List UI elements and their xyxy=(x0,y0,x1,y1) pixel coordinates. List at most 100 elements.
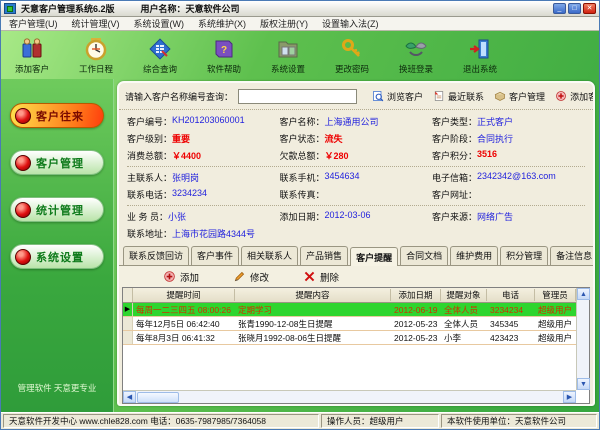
tab-product-sales[interactable]: 产品销售 xyxy=(300,246,348,265)
field-add-date: 添加日期：2012-03-06 xyxy=(280,210,433,223)
field-customer-name: 客户名称：上海通用公司 xyxy=(280,115,433,128)
menu-statistics-management[interactable]: 统计管理(V) xyxy=(72,17,120,30)
scrollbar-thumb[interactable] xyxy=(137,392,179,403)
exit-door-icon xyxy=(468,37,492,61)
col-admin[interactable]: 管理员 xyxy=(535,289,576,301)
menu-system-maintenance[interactable]: 系统维护(X) xyxy=(198,17,246,30)
table-header-row: 提醒时间 提醒内容 添加日期 提醒对象 电话 管理员 xyxy=(123,288,576,303)
scroll-down-icon[interactable]: ▼ xyxy=(577,378,590,390)
field-total-consumption: 消费总额：￥4400 xyxy=(127,149,280,162)
sidebar-item-statistics-management[interactable]: 统计管理 xyxy=(10,197,104,222)
add-customer-button[interactable]: 添加客户 xyxy=(555,90,595,103)
field-salesperson: 业 务 员：小张 xyxy=(127,210,280,223)
pencil-icon xyxy=(233,270,246,283)
toolbar-shift-login[interactable]: 换班登录 xyxy=(391,37,441,75)
divider xyxy=(127,205,585,206)
tab-maintenance-fees[interactable]: 维护费用 xyxy=(450,246,498,265)
app-window: 天意客户管理系统6.2版 用户名称：天意软件公司 _ □ ✕ 客户管理(U) 统… xyxy=(0,0,600,430)
add-plus-icon xyxy=(555,90,567,102)
field-website: 客户网址： xyxy=(432,188,585,201)
sidebar-item-customer-contacts[interactable]: 客户往来 xyxy=(10,103,104,128)
field-fax: 联系传真： xyxy=(280,188,433,201)
edit-reminder-button[interactable]: 修改 xyxy=(233,270,269,284)
status-developer-info: 天意软件开发中心 www.chle828.com 电话：0635-7987985… xyxy=(3,414,319,428)
customer-manage-button[interactable]: 客户管理 xyxy=(494,90,545,103)
menu-bar: 客户管理(U) 统计管理(V) 系统设置(W) 系统维护(X) 版权注册(Y) … xyxy=(1,17,599,31)
toolbar-work-schedule[interactable]: 工作日程 xyxy=(71,37,121,75)
table-row[interactable]: 每年12月5日 06:42:40 张青1990-12-08生日提醒 2012-0… xyxy=(123,317,576,331)
tab-remarks[interactable]: 备注信息 xyxy=(550,246,595,265)
help-book-icon: ? xyxy=(212,37,236,61)
minimize-button[interactable]: _ xyxy=(553,3,566,14)
field-customer-stage: 客户阶段：合同执行 xyxy=(432,132,585,145)
col-reminder-content[interactable]: 提醒内容 xyxy=(235,289,391,301)
delete-reminder-button[interactable]: 删除 xyxy=(303,270,339,284)
table-row[interactable]: 每年8月3日 06:41:32 张晓月1992-08-06生日提醒 2012-0… xyxy=(123,331,576,345)
toolbar-combined-query[interactable]: 综合查询 xyxy=(135,37,185,75)
field-customer-code: 客户编号：KH201203060001 xyxy=(127,115,280,128)
sidebar-item-system-settings[interactable]: 系统设置 xyxy=(10,244,104,269)
maximize-button[interactable]: □ xyxy=(568,3,581,14)
field-customer-status: 客户状态：流失 xyxy=(280,132,433,145)
red-orb-icon xyxy=(15,108,31,124)
window-user-label: 用户名称：天意软件公司 xyxy=(141,2,240,15)
sidebar-item-customer-management[interactable]: 客户管理 xyxy=(10,150,104,175)
red-orb-icon xyxy=(15,202,31,218)
horizontal-scrollbar[interactable]: ◀ ▶ xyxy=(123,390,576,403)
menu-input-method[interactable]: 设置输入法(Z) xyxy=(322,17,379,30)
sidebar: 客户往来 客户管理 统计管理 系统设置 管理软件 天意更专业 xyxy=(1,79,114,412)
red-orb-icon xyxy=(15,155,31,171)
add-icon xyxy=(163,270,176,283)
row-indicator-header xyxy=(123,288,133,302)
key-icon xyxy=(340,37,364,61)
field-main-contact: 主联系人：张明岗 xyxy=(127,171,280,184)
add-reminder-button[interactable]: 添加 xyxy=(163,270,199,284)
window-title: 天意客户管理系统6.2版 xyxy=(21,2,115,15)
vertical-scrollbar[interactable]: ▲ ▼ xyxy=(576,288,589,390)
field-total-arrears: 欠款总额：￥280 xyxy=(280,149,433,162)
close-button[interactable]: ✕ xyxy=(583,3,596,14)
col-add-date[interactable]: 添加日期 xyxy=(391,289,441,301)
scroll-up-icon[interactable]: ▲ xyxy=(577,288,590,300)
scroll-left-icon[interactable]: ◀ xyxy=(123,391,136,403)
menu-customer-management[interactable]: 客户管理(U) xyxy=(9,17,58,30)
menu-system-settings[interactable]: 系统设置(W) xyxy=(134,17,185,30)
toolbar-system-settings[interactable]: 系统设置 xyxy=(263,37,313,75)
detail-tabs: 联系反馈回访 客户事件 相关联系人 产品销售 客户提醒 合同文档 维护费用 积分… xyxy=(119,244,593,265)
title-bar: 天意客户管理系统6.2版 用户名称：天意软件公司 _ □ ✕ xyxy=(1,1,599,17)
col-reminder-time[interactable]: 提醒时间 xyxy=(133,289,235,301)
tab-points-management[interactable]: 积分管理 xyxy=(500,246,548,265)
search-row: 请输入客户名称编号查询： 浏览客户 最近联系 xyxy=(119,83,593,110)
search-input[interactable] xyxy=(238,89,357,104)
tab-contact-feedback[interactable]: 联系反馈回访 xyxy=(123,246,189,265)
toolbar-exit-system[interactable]: 退出系统 xyxy=(455,37,505,75)
row-selected-indicator: ▶ xyxy=(123,303,133,316)
handshake-icon xyxy=(404,37,428,61)
alarm-clock-icon xyxy=(84,37,108,61)
svg-text:?: ? xyxy=(221,45,227,56)
divider xyxy=(127,166,585,167)
tab-customer-reminders[interactable]: 客户提醒 xyxy=(350,247,398,266)
field-customer-level: 客户级别：重要 xyxy=(127,132,280,145)
toolbar-add-customer[interactable]: 添加客户 xyxy=(7,37,57,75)
red-orb-icon xyxy=(15,249,31,265)
browse-customers-button[interactable]: 浏览客户 xyxy=(372,90,423,103)
add-customer-icon xyxy=(20,37,44,61)
col-phone[interactable]: 电话 xyxy=(487,289,535,301)
scroll-right-icon[interactable]: ▶ xyxy=(563,391,576,403)
recent-contacts-button[interactable]: 最近联系 xyxy=(433,90,484,103)
toolbar-software-help[interactable]: ? 软件帮助 xyxy=(199,37,249,75)
status-operator: 操作人员：超级用户 xyxy=(321,414,439,428)
query-icon xyxy=(148,37,172,61)
col-reminder-target[interactable]: 提醒对象 xyxy=(441,289,487,301)
menu-copyright-register[interactable]: 版权注册(Y) xyxy=(260,17,308,30)
customer-info-panel: 客户编号：KH201203060001 客户名称：上海通用公司 客户类型：正式客… xyxy=(119,110,593,244)
toolbar-change-password[interactable]: 更改密码 xyxy=(327,37,377,75)
field-email: 电子信箱：2342342@163.com xyxy=(432,171,585,184)
tab-contract-documents[interactable]: 合同文档 xyxy=(400,246,448,265)
tab-customer-events[interactable]: 客户事件 xyxy=(191,246,239,265)
tab-related-contacts[interactable]: 相关联系人 xyxy=(241,246,298,265)
status-bar: 天意软件开发中心 www.chle828.com 电话：0635-7987985… xyxy=(1,412,599,429)
table-row[interactable]: ▶ 每周一二三四五 08:00:26 定期学习 2012-06-19 全体人员 … xyxy=(123,303,576,317)
search-label: 请输入客户名称编号查询： xyxy=(125,90,233,103)
